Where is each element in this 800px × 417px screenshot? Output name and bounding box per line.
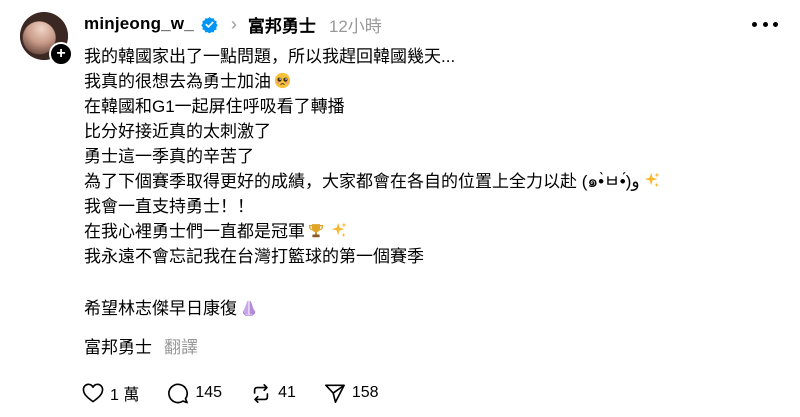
trophy-emoji-icon xyxy=(308,222,324,239)
username-link[interactable]: minjeong_w_ xyxy=(84,14,194,34)
repost-icon xyxy=(250,383,272,404)
chevron-right-icon: › xyxy=(230,13,237,34)
post-line: 我永遠不會忘記我在台灣打籃球的第一個賽季 xyxy=(84,247,424,266)
repost-button[interactable]: 41 xyxy=(250,383,296,404)
post-line: 在韓國和G1一起屏住呼吸看了轉播 xyxy=(84,97,345,116)
follow-plus-icon[interactable]: + xyxy=(49,42,73,66)
tag-line: 富邦勇士 翻譯 xyxy=(84,335,198,360)
post-header: minjeong_w_ › 富邦勇士 12小時 xyxy=(84,12,382,36)
more-dot xyxy=(773,21,778,27)
pleading-face-emoji-icon xyxy=(274,72,291,89)
more-dot xyxy=(762,21,768,27)
post-line: 在我心裡勇士們一直都是冠軍 xyxy=(84,219,784,244)
like-button[interactable]: 1 萬 xyxy=(82,381,139,405)
share-button[interactable]: 158 xyxy=(324,383,379,404)
community-tag-link[interactable]: 富邦勇士 xyxy=(84,338,152,357)
more-dot xyxy=(752,21,757,27)
action-bar: 1 萬 145 41 158 xyxy=(82,381,407,405)
comment-bubble-icon xyxy=(167,382,189,404)
folded-hands-emoji-icon xyxy=(240,299,258,316)
repost-count: 41 xyxy=(278,384,296,401)
verified-badge-icon xyxy=(201,16,218,33)
heart-icon xyxy=(82,383,104,403)
post-line: 勇士這一季真的辛苦了 xyxy=(84,147,254,166)
post-line: 我會一直支持勇士！！ xyxy=(84,197,254,216)
post-line: 我真的很想去為勇士加油 xyxy=(84,69,784,94)
community-link[interactable]: 富邦勇士 xyxy=(248,12,316,37)
sparkles-emoji-icon xyxy=(643,171,661,189)
post-body: 我的韓國家出了一點問題，所以我趕回韓國幾天... 我真的很想去為勇士加油 在韓國… xyxy=(84,44,784,269)
wish-line: 希望林志傑早日康復 xyxy=(84,296,258,321)
post: + minjeong_w_ › 富邦勇士 12小時 我的韓國家出了一點問題，所以… xyxy=(0,0,800,417)
avatar-container[interactable]: + xyxy=(20,12,73,66)
sparkles-emoji-icon xyxy=(330,221,348,239)
comment-button[interactable]: 145 xyxy=(167,382,223,404)
translate-button[interactable]: 翻譯 xyxy=(164,338,198,357)
post-line: 比分好接近真的太刺激了 xyxy=(84,122,271,141)
more-options-icon[interactable] xyxy=(752,14,778,34)
post-line: 我的韓國家出了一點問題，所以我趕回韓國幾天... xyxy=(84,47,456,66)
share-count: 158 xyxy=(351,384,379,401)
send-icon xyxy=(324,383,346,404)
post-line: 為了下個賽季取得更好的成績，大家都會在各自的位置上全力以赴 ‎(๑•̀ㅂ•́)و xyxy=(84,169,784,194)
like-count: 1 萬 xyxy=(110,387,140,404)
comment-count: 145 xyxy=(195,384,223,401)
post-timestamp[interactable]: 12小時 xyxy=(329,12,382,37)
